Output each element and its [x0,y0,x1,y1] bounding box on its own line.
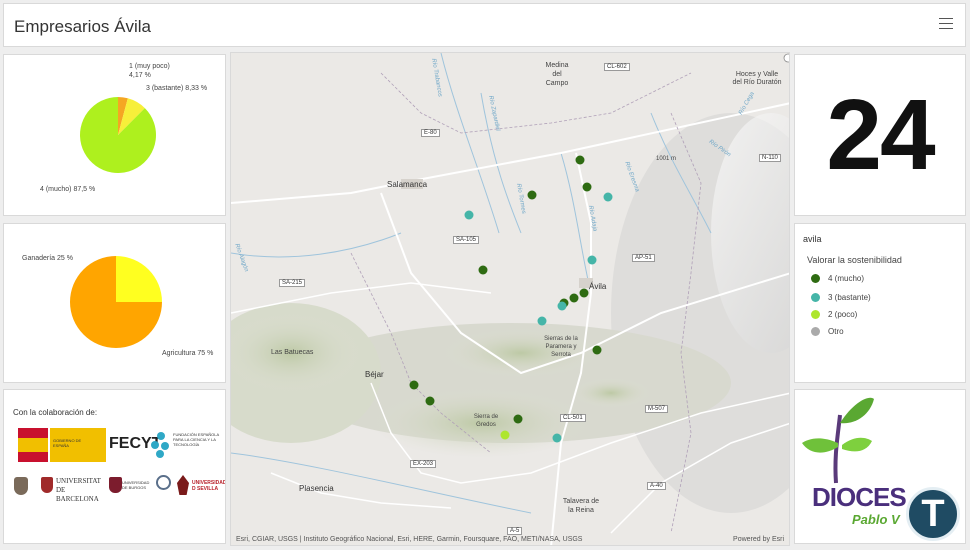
sprout-icon [802,397,874,484]
legend-dot-bastante [811,293,820,302]
legend-item-mucho: 4 (mucho) [811,274,864,283]
legend-item-poco: 2 (poco) [811,310,857,319]
sevilla-logo-text: UNIVERSIDAD D SEVILLA [192,480,226,492]
page-title: Empresarios Ávila [14,17,151,36]
ub-crest-icon [41,477,53,493]
t-logo-badge[interactable]: T [906,487,960,541]
app-header: Empresarios Ávila [3,3,966,47]
crest-icon [14,477,28,495]
seal-icon [156,475,171,490]
dioces-sub: Pablo V [852,512,900,527]
legend-dot-poco [811,310,820,319]
burgos-logo-text: UNIVERSIDAD DE BURGOS [122,480,150,490]
map-label-las-batuecas: Las Batuecas [271,349,314,356]
legend-dot-otro [811,327,820,336]
road-sa105: SA-105 [453,236,480,244]
road-a5: A-5 [507,527,523,535]
map-canvas[interactable] [231,53,790,546]
map-point[interactable] [478,265,488,275]
legend-layer-title: avila [803,234,822,244]
legend-field-title: Valorar la sostenibilidad [807,255,902,265]
pie-slice-ganader-a[interactable] [116,256,162,302]
pie-label-4: 4 (mucho) 87,5 % [40,186,96,193]
map-label-sierra-gredos: Sierra de Gredos [473,414,499,428]
legend-label-bastante: 3 (bastante) [828,293,871,302]
legend-dot-mucho [811,274,820,283]
map-point[interactable] [569,293,579,303]
map-point[interactable] [579,288,589,298]
pie-label-1-value: 4,17 % [129,72,151,79]
map-label-bejar: Béjar [365,370,384,379]
spain-ministry-logo: GOBIERNO DE ESPAÑA [18,428,106,462]
map-label-talavera: Talavera de la Reina [562,498,600,514]
burgos-crest-icon [109,477,122,493]
pie-chart-sector[interactable] [4,224,226,383]
map-label-avila: Ávila [589,282,607,291]
map-point[interactable] [557,301,567,311]
map-label-sierra-paramera: Sierras de la Paramera y Serrota [544,336,578,358]
powered-by-esri[interactable]: Powered by Esri [733,536,784,543]
road-ap51: AP-51 [632,254,655,262]
barcelona-logo-text: UNIVERSITAT DE BARCELONA [56,477,101,503]
road-cl501: CL-501 [560,414,586,422]
map-point[interactable] [527,190,537,200]
map-label-salamanca: Salamanca [387,180,428,189]
uni-logo-row: UNIVERSITAT DE BARCELONA UNIVERSIDAD DE … [14,475,226,505]
dioces-wordmark: DIOCES [812,482,907,512]
pie-label-ganaderia: Ganadería 25 % [22,255,73,262]
collab-title: Con la colaboración de: [13,408,98,417]
map-label-distance: 1001 m [656,156,677,162]
t-logo-letter: T [921,492,945,535]
fecyt-sub: FUNDACIÓN ESPAÑOLA PARA LA CIENCIA Y LA … [173,432,219,447]
hamburger-menu-icon[interactable] [939,18,953,32]
legend-label-mucho: 4 (mucho) [828,274,865,283]
ministry-text: GOBIERNO DE ESPAÑA [53,438,82,448]
collaboration-panel: Con la colaboración de: GOBIERNO DE ESPA… [3,389,226,544]
pie-chart-sustainability-panel: 1 (muy poco) 4,17 % 3 (bastante) 8,33 % … [3,54,226,216]
map-label-plasencia: Plasencia [299,484,334,493]
pie-label-1: 1 (muy poco) [129,63,170,70]
pie-chart-sustainability[interactable] [4,55,226,216]
map-point[interactable] [425,396,435,406]
map-point[interactable] [587,255,597,265]
legend-item-otro: Otro [811,327,844,336]
sevilla-logo-icon [177,475,189,495]
fecyt-molecule-icon [151,432,169,458]
road-cl602: CL-602 [604,63,630,71]
map-point[interactable] [513,414,523,424]
road-e80: E-80 [421,129,440,137]
road-ex203: EX-203 [410,460,437,468]
legend-item-bastante: 3 (bastante) [811,293,871,302]
legend-label-otro: Otro [828,327,844,336]
road-m507: M-507 [645,405,669,413]
road-a40: A-40 [647,482,666,490]
map-label-hoces: Hoces y Valle del Río Duratón [732,71,782,86]
map-point[interactable] [575,155,585,165]
map-label-medina: Medina del Campo [545,62,569,87]
pie-chart-sector-panel: Ganadería 25 % Agricultura 75 % [3,223,226,383]
map-point[interactable] [537,316,547,326]
map-point[interactable] [603,192,613,202]
map-point[interactable] [592,345,602,355]
map-point[interactable] [464,210,474,220]
legend-label-poco: 2 (poco) [828,310,858,319]
pie-label-agricultura: Agricultura 75 % [162,350,214,357]
road-sa215: SA-215 [279,279,306,287]
map-panel[interactable]: Salamanca Ávila Medina del Campo Hoces y… [230,52,790,546]
map-attribution: Esri, CGIAR, USGS | Instituto Geográfico… [236,536,583,543]
fecyt-logo: FECYT FUNDACIÓN ESPAÑOLA PARA LA CIENCIA… [109,430,219,462]
map-point[interactable] [582,182,592,192]
map-point[interactable] [500,430,510,440]
road-n110: N-110 [759,154,781,162]
pie-label-3: 3 (bastante) 8,33 % [146,85,208,92]
map-point[interactable] [409,380,419,390]
map-point[interactable] [552,433,562,443]
legend-panel: avila Valorar la sostenibilidad 4 (mucho… [794,223,966,383]
counter-panel: 24 [794,54,966,216]
total-count: 24 [826,78,935,191]
